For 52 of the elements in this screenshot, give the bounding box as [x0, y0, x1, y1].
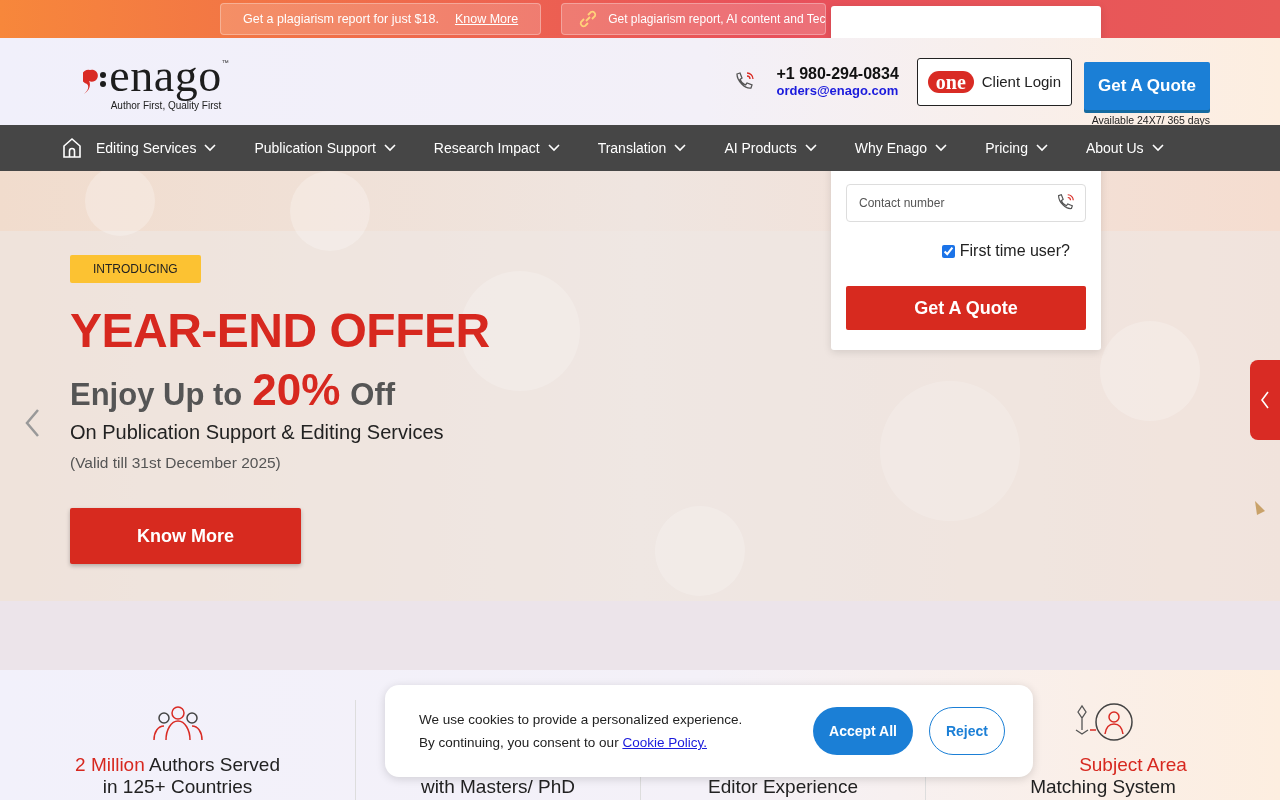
nav-menu-item[interactable]: Translation: [597, 140, 725, 156]
client-login-button[interactable]: one Client Login: [916, 57, 1072, 106]
nav-menu-item[interactable]: Research Impact: [433, 140, 598, 156]
email-link[interactable]: orders@enago.com: [776, 83, 899, 98]
home-icon[interactable]: [62, 137, 82, 159]
cookie-policy-link[interactable]: Cookie Policy.: [622, 735, 707, 750]
chevron-down-icon: [547, 144, 560, 152]
chevron-down-icon: [204, 144, 217, 152]
nav-menu-item[interactable]: Publication Support: [254, 140, 434, 156]
submit-quote-button[interactable]: Get A Quote: [846, 286, 1086, 330]
first-time-user-checkbox[interactable]: [941, 244, 955, 258]
stat-subtitle: in 125+ Countries: [102, 776, 253, 798]
one-logo: one: [927, 70, 974, 93]
introducing-badge: INTRODUCING: [70, 255, 201, 283]
nav-menu-item[interactable]: About Us: [1085, 140, 1202, 156]
chevron-down-icon: [383, 144, 396, 152]
reject-button[interactable]: Reject: [928, 707, 1005, 755]
chevron-down-icon: [804, 144, 817, 152]
promo-text: Get plagiarism report, AI content and Tec: [608, 12, 826, 26]
cookie-text: We use cookies to provide a personalized experience.: [419, 712, 744, 727]
offer-subline: On Publication Support & Editing Services: [70, 421, 444, 444]
chevron-down-icon: [674, 144, 687, 152]
chevron-left-icon: [1260, 391, 1270, 409]
nav-menu-item[interactable]: Pricing: [985, 140, 1086, 156]
contact-number-field[interactable]: Contact number: [846, 184, 1086, 222]
stat-subtitle: Editor Experience: [708, 776, 858, 798]
chevron-down-icon: [935, 144, 948, 152]
stat-subtitle: Matching System: [1030, 776, 1176, 798]
offer-text: Off: [350, 377, 396, 413]
stat-title: 2 Million Authors Served: [75, 754, 280, 776]
first-time-user-label: First time user?: [959, 242, 1070, 260]
validity-note: (Valid till 31st December 2025): [70, 454, 281, 472]
know-more-button[interactable]: Know More: [70, 508, 301, 564]
client-login-label: Client Login: [981, 73, 1061, 90]
get-quote-button[interactable]: Get A Quote: [1084, 61, 1210, 110]
availability-note: Available 24X7/ 365 days: [1091, 113, 1210, 126]
side-panel-tab[interactable]: [1250, 360, 1280, 440]
chevron-down-icon: [1035, 144, 1048, 152]
cookie-text: By continuing, you consent to our Cookie Policy.: [419, 735, 708, 750]
chevron-down-icon: [1151, 144, 1164, 152]
nav-menu-item[interactable]: Editing Services: [96, 140, 255, 156]
offer-headline: YEAR-END OFFER: [70, 305, 490, 357]
offer-text: Enjoy Up to: [70, 377, 243, 413]
stat-subtitle: with Masters/ PhD: [420, 776, 576, 798]
discount-percent: 20%: [252, 365, 341, 415]
stat-title: Subject Area: [1079, 754, 1187, 776]
nav-menu-item[interactable]: AI Products: [724, 140, 855, 156]
promo-text: Get a plagiarism report for just $18.: [243, 12, 439, 26]
nav-menu-item[interactable]: Why Enago: [854, 140, 986, 156]
phone-number: +1 980-294-0834: [776, 65, 899, 83]
logo-wordmark: enago: [109, 52, 222, 99]
accept-all-button[interactable]: Accept All: [813, 707, 913, 755]
